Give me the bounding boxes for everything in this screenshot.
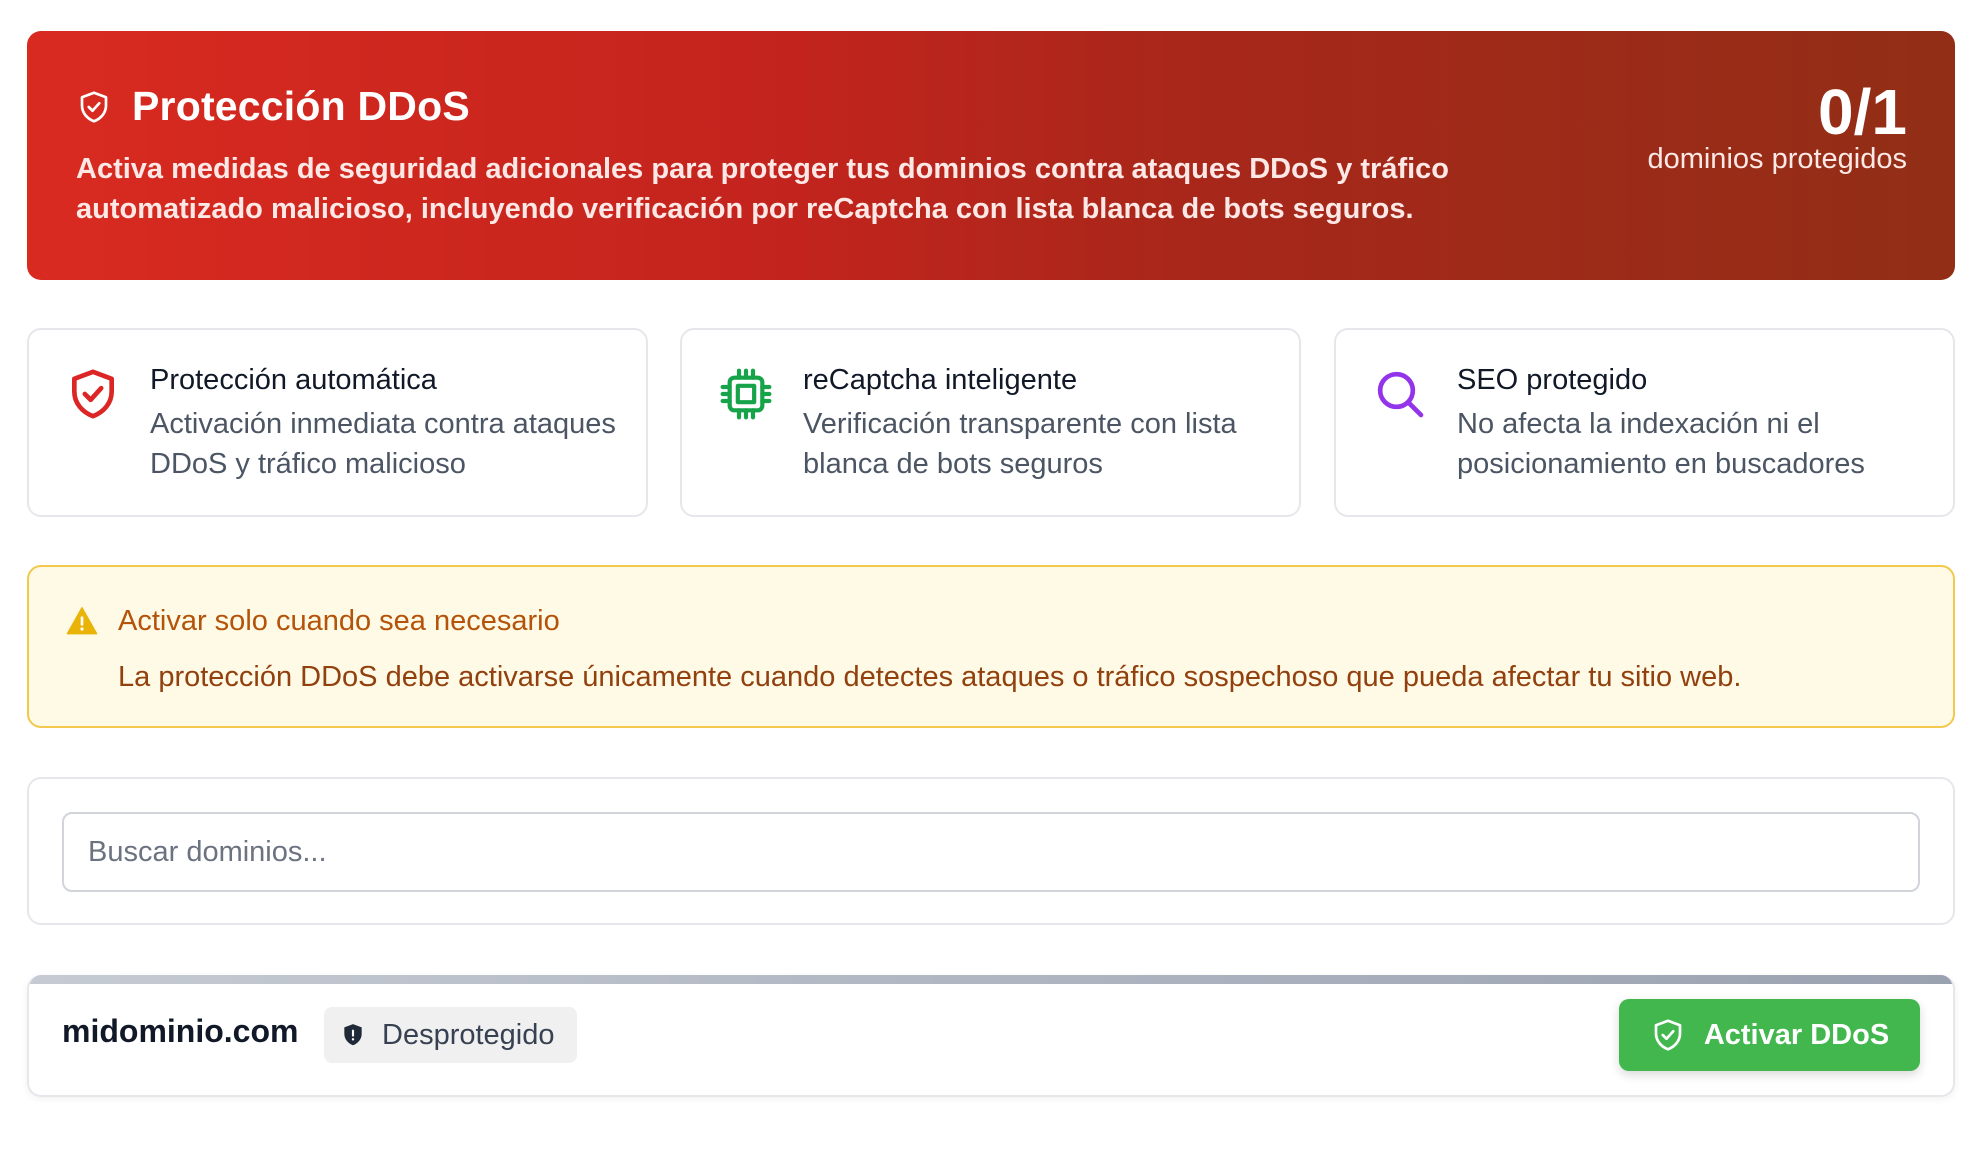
feature-description: Verificación transparente con lista blan…: [803, 408, 1237, 480]
activate-ddos-label: Activar DDoS: [1703, 1018, 1890, 1051]
shield-check-icon: [76, 89, 112, 125]
feature-description: Activación inmediata contra ataques DDoS…: [150, 408, 616, 480]
cpu-chip-icon: [718, 366, 774, 422]
domain-status-bar: [29, 975, 1953, 984]
feature-description: No afecta la indexación ni el posicionam…: [1457, 408, 1865, 480]
protected-count: 0/1 dominios protegidos: [1647, 77, 1907, 176]
warning-title: Activar solo cuando sea necesario: [118, 605, 560, 637]
warning-text: La protección DDoS debe activarse únicam…: [118, 661, 1742, 693]
feature-card-recaptcha: reCaptcha inteligente Verificación trans…: [680, 328, 1301, 517]
shield-check-icon: [1650, 1017, 1686, 1053]
shield-icon: [340, 1022, 366, 1048]
domain-row: midominio.com Desprotegido Activar DDoS: [27, 975, 1955, 1097]
shield-check-icon: [65, 366, 121, 422]
feature-card-seo: SEO protegido No afecta la indexación ni…: [1334, 328, 1955, 517]
protected-count-value: 0/1: [1818, 76, 1907, 148]
feature-title: SEO protegido: [1457, 364, 1648, 396]
status-badge: Desprotegido: [324, 1007, 577, 1063]
domain-name: midominio.com: [62, 1013, 299, 1049]
search-input[interactable]: [62, 812, 1920, 892]
warning-alert: Activar solo cuando sea necesario La pro…: [27, 565, 1955, 728]
banner-title-row: Protección DDoS: [76, 83, 470, 130]
activate-ddos-button[interactable]: Activar DDoS: [1619, 999, 1920, 1071]
status-label: Desprotegido: [382, 1018, 555, 1051]
feature-title: reCaptcha inteligente: [803, 364, 1078, 396]
banner-description: Activa medidas de seguridad adicionales …: [76, 153, 1450, 225]
feature-card-auto-protection: Protección automática Activación inmedia…: [27, 328, 648, 517]
search-icon: [1372, 366, 1428, 422]
banner-title: Protección DDoS: [132, 83, 470, 129]
ddos-banner: Protección DDoS Activa medidas de seguri…: [27, 31, 1955, 280]
protected-count-label: dominios protegidos: [1647, 143, 1907, 176]
feature-title: Protección automática: [150, 364, 437, 396]
warning-triangle-icon: [65, 605, 99, 637]
search-panel: [27, 777, 1955, 925]
